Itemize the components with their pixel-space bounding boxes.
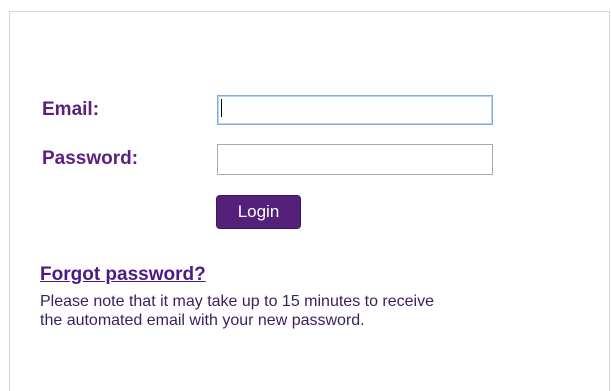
password-reset-note: Please note that it may take up to 15 mi…	[40, 292, 580, 330]
note-line-2: the automated email with your new passwo…	[40, 312, 365, 329]
forgot-password-link[interactable]: Forgot password?	[40, 264, 206, 286]
password-label: Password:	[42, 148, 139, 169]
email-label: Email:	[42, 99, 100, 120]
login-button[interactable]: Login	[216, 195, 301, 229]
note-line-1: Please note that it may take up to 15 mi…	[40, 293, 434, 310]
email-field[interactable]	[217, 95, 493, 125]
login-panel	[9, 11, 610, 391]
password-field[interactable]	[217, 144, 493, 175]
text-caret	[221, 99, 222, 117]
